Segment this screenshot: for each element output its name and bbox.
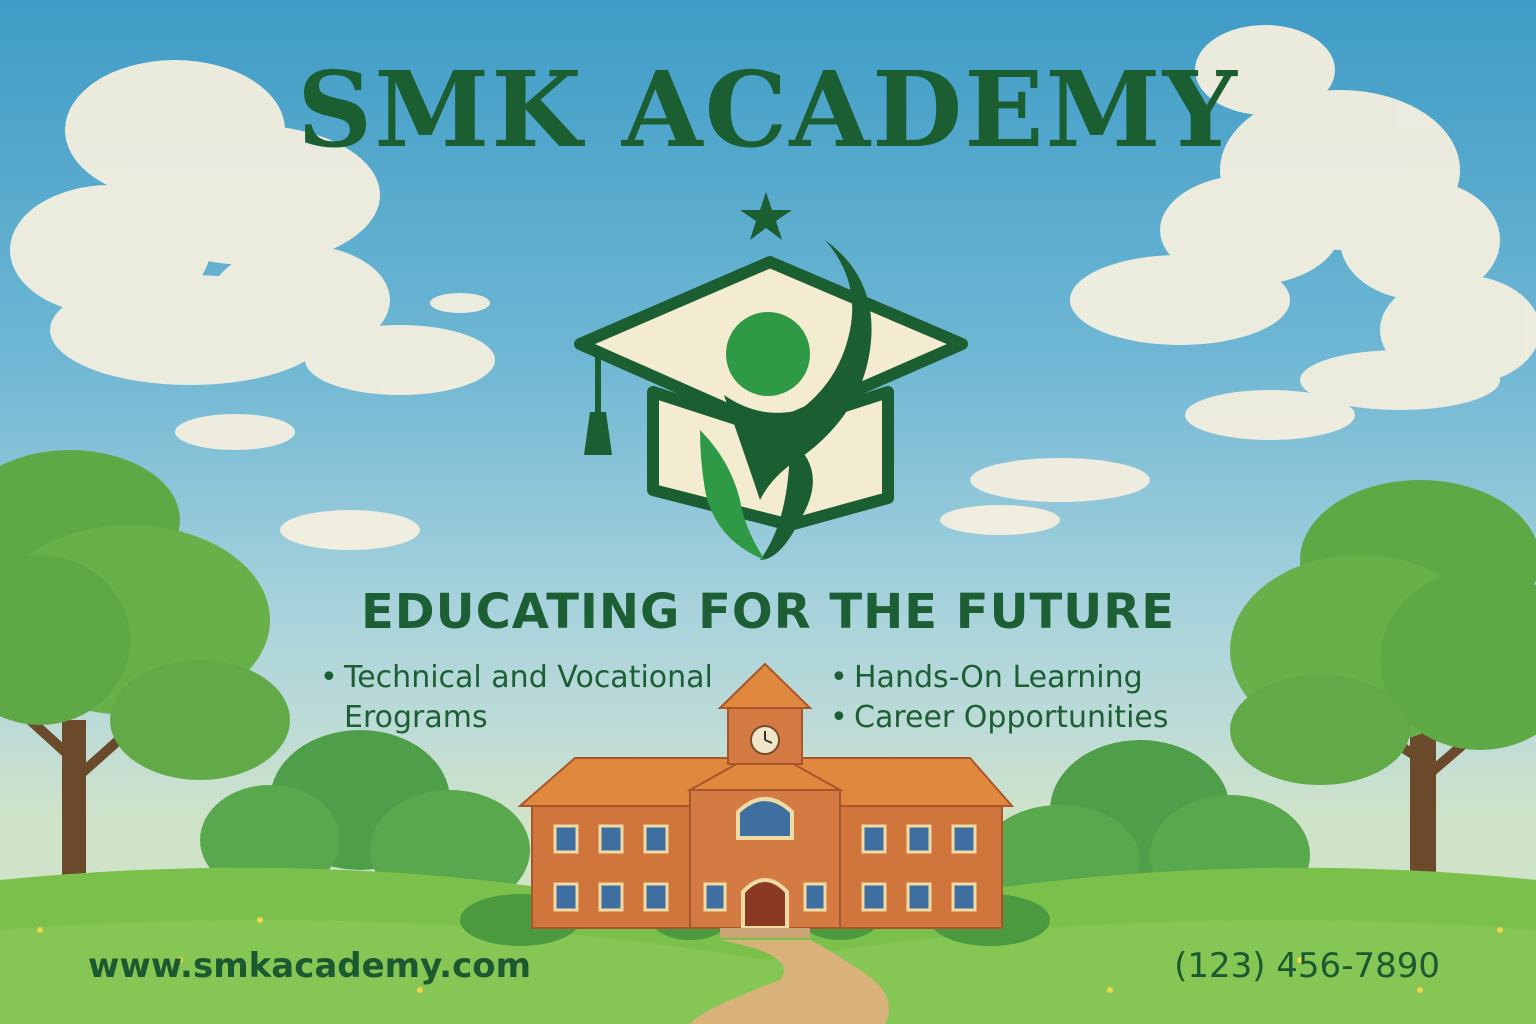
feature-item: Technical and Vocational Erograms xyxy=(318,658,738,738)
academy-title: SMK ACADEMY xyxy=(297,48,1239,171)
phone-number[interactable]: (123) 456-7890 xyxy=(1174,946,1440,986)
features-right-list: Hands-On Learning Career Opportunities xyxy=(828,658,1248,738)
feature-item: Career Opportunities xyxy=(828,698,1248,738)
star-icon xyxy=(740,192,792,240)
feature-item: Hands-On Learning xyxy=(828,658,1248,698)
tagline: EDUCATING FOR THE FUTURE xyxy=(360,584,1176,640)
graduation-cap-logo xyxy=(574,192,968,560)
features-left-list: Technical and Vocational Erograms xyxy=(318,658,738,738)
website-link[interactable]: www.smkacademy.com xyxy=(88,946,531,986)
